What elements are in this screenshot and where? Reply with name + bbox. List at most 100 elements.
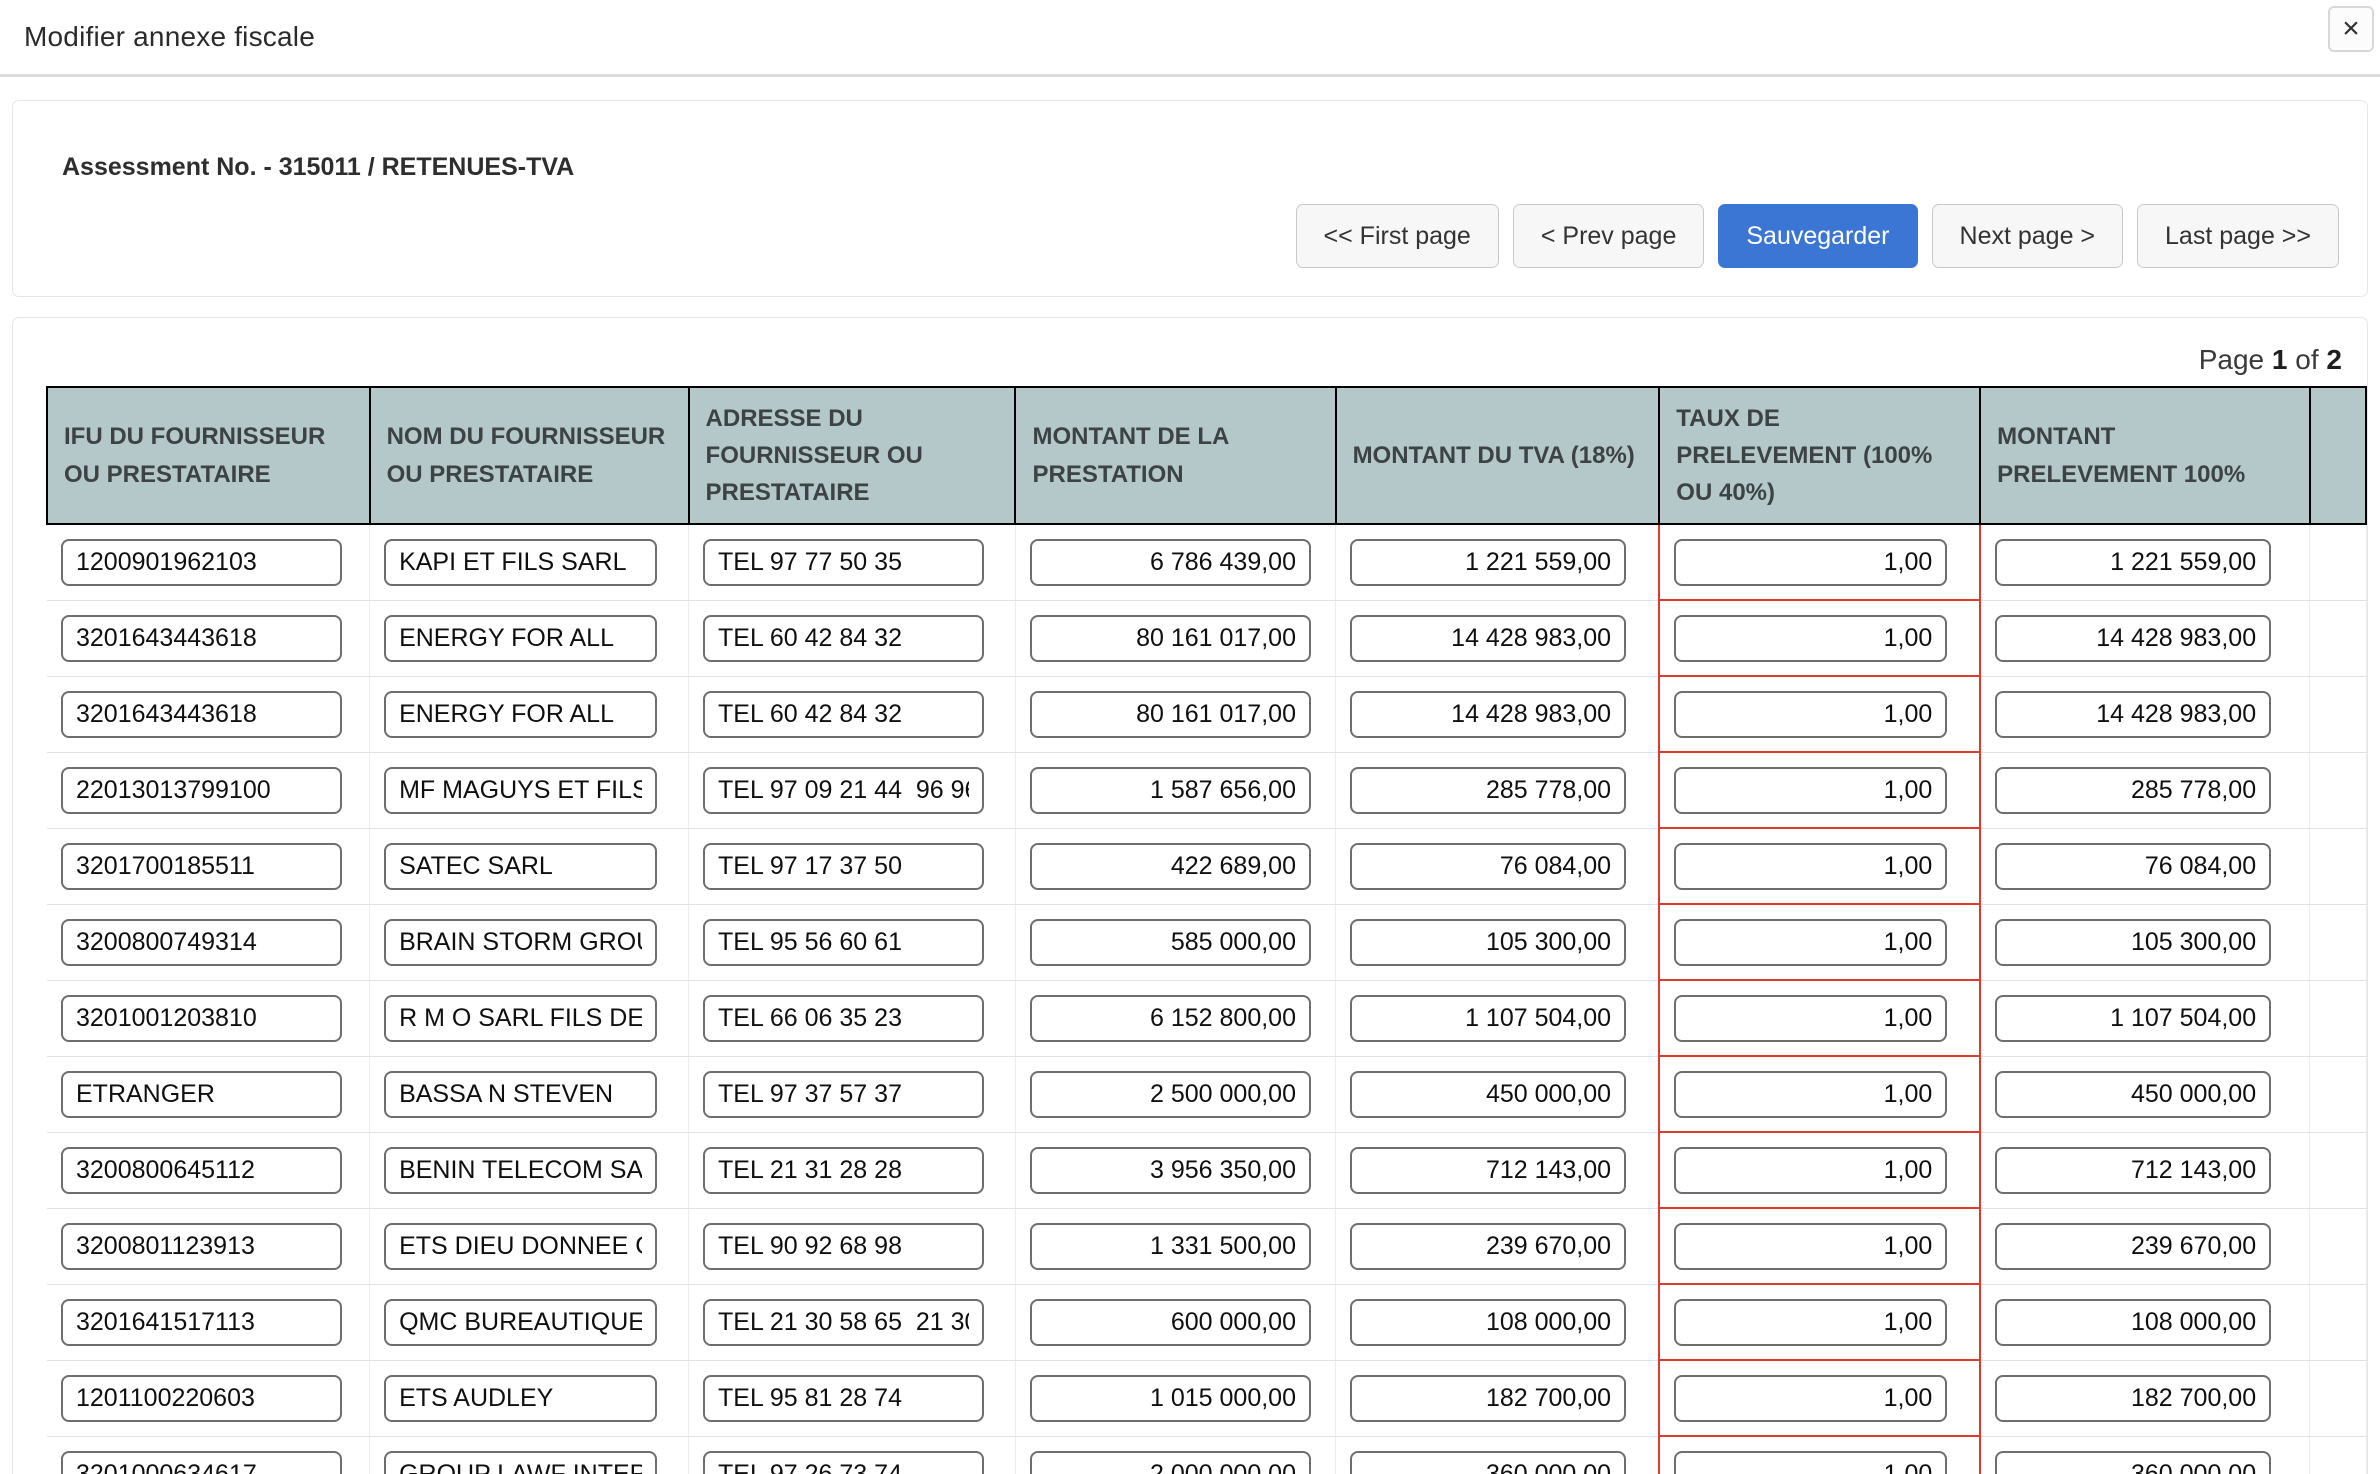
ifu-input[interactable] — [61, 767, 342, 814]
montant-tva-input[interactable] — [1350, 1375, 1626, 1422]
nom-input[interactable] — [384, 843, 657, 890]
montant-prestation-input[interactable] — [1030, 767, 1311, 814]
montant-prestation-input[interactable] — [1030, 1375, 1311, 1422]
montant-tva-input[interactable] — [1350, 615, 1626, 662]
montant-prelevement-input[interactable] — [1995, 995, 2271, 1042]
last-page-button[interactable]: Last page >> — [2137, 204, 2339, 268]
taux-prelevement-input[interactable] — [1674, 1375, 1947, 1422]
ifu-input[interactable] — [61, 843, 342, 890]
nom-input[interactable] — [384, 767, 657, 814]
montant-prestation-input[interactable] — [1030, 995, 1311, 1042]
montant-prelevement-input[interactable] — [1995, 1375, 2271, 1422]
montant-tva-input[interactable] — [1350, 539, 1626, 586]
modal-title: Modifier annexe fiscale — [24, 21, 315, 53]
adresse-input[interactable] — [703, 539, 984, 586]
montant-prestation-input[interactable] — [1030, 1451, 1311, 1474]
ifu-input[interactable] — [61, 1299, 342, 1346]
first-page-button[interactable]: << First page — [1296, 204, 1499, 268]
nom-input[interactable] — [384, 1147, 657, 1194]
overflow-cell — [2310, 524, 2366, 600]
nom-input[interactable] — [384, 539, 657, 586]
montant-prestation-input[interactable] — [1030, 1299, 1311, 1346]
montant-prestation-input[interactable] — [1030, 1071, 1311, 1118]
taux-prelevement-input[interactable] — [1674, 995, 1947, 1042]
adresse-input[interactable] — [703, 1223, 984, 1270]
montant-prelevement-input[interactable] — [1995, 1071, 2271, 1118]
nom-input[interactable] — [384, 691, 657, 738]
montant-tva-input[interactable] — [1350, 995, 1626, 1042]
nom-input[interactable] — [384, 1375, 657, 1422]
montant-prelevement-input[interactable] — [1995, 1223, 2271, 1270]
adresse-input[interactable] — [703, 1299, 984, 1346]
montant-prelevement-input[interactable] — [1995, 539, 2271, 586]
nom-input[interactable] — [384, 919, 657, 966]
taux-prelevement-input[interactable] — [1674, 539, 1947, 586]
adresse-input[interactable] — [703, 767, 984, 814]
montant-prelevement-input[interactable] — [1995, 1299, 2271, 1346]
taux-prelevement-input[interactable] — [1674, 919, 1947, 966]
montant-prestation-input[interactable] — [1030, 615, 1311, 662]
next-page-button[interactable]: Next page > — [1932, 204, 2124, 268]
taux-prelevement-input[interactable] — [1674, 1299, 1947, 1346]
ifu-input[interactable] — [61, 1071, 342, 1118]
montant-tva-input[interactable] — [1350, 767, 1626, 814]
nom-input[interactable] — [384, 1451, 657, 1474]
ifu-input[interactable] — [61, 995, 342, 1042]
montant-prestation-input[interactable] — [1030, 1223, 1311, 1270]
montant-prestation-input[interactable] — [1030, 843, 1311, 890]
montant-prestation-input[interactable] — [1030, 691, 1311, 738]
montant-prelevement-input[interactable] — [1995, 1451, 2271, 1474]
montant-prelevement-input[interactable] — [1995, 843, 2271, 890]
ifu-input[interactable] — [61, 919, 342, 966]
taux-prelevement-input[interactable] — [1674, 691, 1947, 738]
adresse-input[interactable] — [703, 1451, 984, 1474]
adresse-input[interactable] — [703, 1071, 984, 1118]
adresse-input[interactable] — [703, 691, 984, 738]
montant-prestation-input[interactable] — [1030, 539, 1311, 586]
ifu-input[interactable] — [61, 1147, 342, 1194]
adresse-input[interactable] — [703, 615, 984, 662]
montant-prelevement-input[interactable] — [1995, 1147, 2271, 1194]
adresse-input[interactable] — [703, 843, 984, 890]
nom-input[interactable] — [384, 1071, 657, 1118]
taux-prelevement-input[interactable] — [1674, 1451, 1947, 1474]
montant-prelevement-input[interactable] — [1995, 615, 2271, 662]
adresse-input[interactable] — [703, 1375, 984, 1422]
montant-prelevement-input[interactable] — [1995, 691, 2271, 738]
nom-input[interactable] — [384, 995, 657, 1042]
taux-prelevement-input[interactable] — [1674, 615, 1947, 662]
taux-prelevement-input[interactable] — [1674, 767, 1947, 814]
taux-prelevement-input[interactable] — [1674, 1147, 1947, 1194]
close-icon[interactable]: × — [2328, 6, 2374, 52]
prev-page-button[interactable]: < Prev page — [1513, 204, 1705, 268]
montant-tva-input[interactable] — [1350, 1071, 1626, 1118]
taux-prelevement-input[interactable] — [1674, 1071, 1947, 1118]
ifu-input[interactable] — [61, 539, 342, 586]
nom-input[interactable] — [384, 615, 657, 662]
montant-tva-input[interactable] — [1350, 1451, 1626, 1474]
montant-prestation-input[interactable] — [1030, 919, 1311, 966]
montant-prestation-input[interactable] — [1030, 1147, 1311, 1194]
taux-prelevement-input[interactable] — [1674, 1223, 1947, 1270]
nom-input[interactable] — [384, 1223, 657, 1270]
overflow-cell — [2310, 1056, 2366, 1132]
taux-prelevement-input[interactable] — [1674, 843, 1947, 890]
adresse-input[interactable] — [703, 1147, 984, 1194]
ifu-input[interactable] — [61, 1375, 342, 1422]
montant-tva-input[interactable] — [1350, 1299, 1626, 1346]
montant-tva-input[interactable] — [1350, 843, 1626, 890]
montant-tva-input[interactable] — [1350, 919, 1626, 966]
montant-tva-input[interactable] — [1350, 691, 1626, 738]
ifu-input[interactable] — [61, 691, 342, 738]
montant-prelevement-input[interactable] — [1995, 919, 2271, 966]
montant-tva-input[interactable] — [1350, 1147, 1626, 1194]
adresse-input[interactable] — [703, 995, 984, 1042]
montant-prelevement-input[interactable] — [1995, 767, 2271, 814]
nom-input[interactable] — [384, 1299, 657, 1346]
ifu-input[interactable] — [61, 1451, 342, 1474]
adresse-input[interactable] — [703, 919, 984, 966]
save-button[interactable]: Sauvegarder — [1718, 204, 1917, 268]
ifu-input[interactable] — [61, 615, 342, 662]
montant-tva-input[interactable] — [1350, 1223, 1626, 1270]
ifu-input[interactable] — [61, 1223, 342, 1270]
